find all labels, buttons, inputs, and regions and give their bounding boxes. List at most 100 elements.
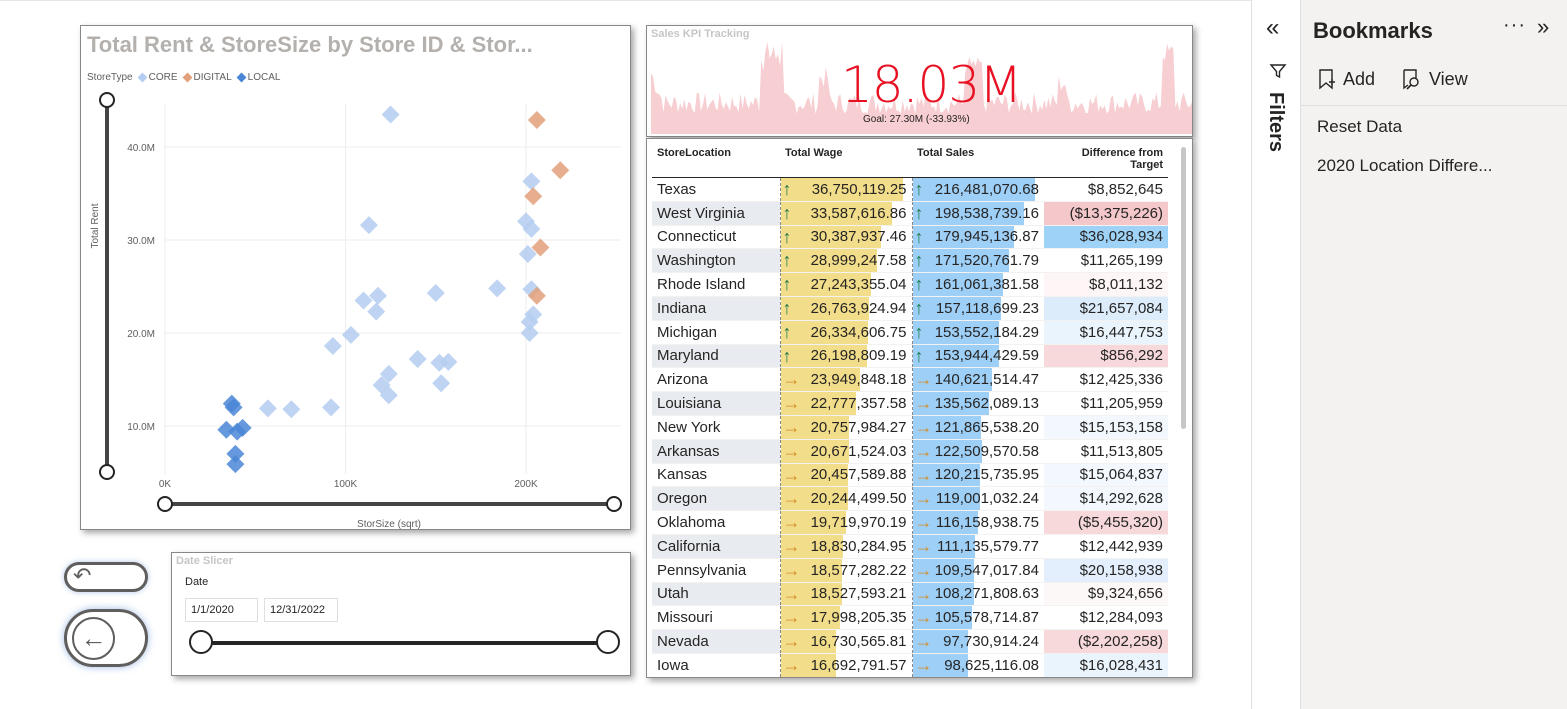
cell-store-location: Rhode Island (652, 272, 780, 297)
scatter-plot-area[interactable]: 10.0M20.0M30.0M40.0M0K 100K 200KTotal Rent… (81, 26, 632, 531)
cell-total-wage: ↑ 26,763,924.94 (779, 295, 912, 321)
kpi-visual[interactable]: Sales KPI Tracking 18.03M Goal: 27.30M (… (646, 25, 1193, 137)
data-point-core[interactable] (323, 337, 342, 356)
data-point-core[interactable] (359, 216, 378, 235)
collapse-pane-icon[interactable]: « (1266, 16, 1279, 40)
cell-difference-from-target: ($2,202,258) (1044, 629, 1168, 654)
sales-value: 111,135,579.77 (936, 537, 1039, 555)
data-point-core[interactable] (522, 172, 541, 191)
add-bookmark-button[interactable]: Add (1317, 68, 1375, 90)
data-point-core[interactable] (432, 374, 451, 393)
data-point-core[interactable] (354, 291, 373, 310)
table-row[interactable]: Kansas → 20,457,589.88 → 120,215,735.95 $15,0… (652, 462, 1168, 487)
wage-value: 27,243,355.04 (810, 276, 907, 294)
header-total-wage[interactable]: Total Wage (780, 143, 912, 178)
table-row[interactable]: Nevada → 16,730,565.81 → 97,730,914.24 ($2,20… (652, 629, 1168, 654)
table-row[interactable]: Iowa → 16,692,791.57 → 98,625,116.08 $16,028,… (652, 652, 1168, 677)
x-zoom-slider-handle-left[interactable] (157, 496, 173, 512)
table-row[interactable]: New York → 20,757,984.27 → 121,865,538.20 $15… (652, 414, 1168, 440)
cell-store-location: Utah (652, 581, 780, 606)
sales-value: 216,481,070.68 (934, 180, 1039, 198)
y-zoom-slider-handle-top[interactable] (99, 92, 115, 108)
data-point-core[interactable] (367, 302, 386, 321)
date-slicer-visual[interactable]: Date Slicer Date 1/1/2020 12/31/2022 (171, 552, 631, 676)
data-point-core[interactable] (368, 286, 387, 305)
cell-difference-from-target: $14,292,628 (1044, 486, 1168, 511)
cell-total-sales: → 120,215,735.95 (911, 462, 1044, 487)
wage-value: 23,949,848.18 (810, 371, 907, 389)
cell-store-location: Washington (652, 248, 780, 273)
cell-store-location: Texas (652, 177, 780, 202)
scatter-chart-visual[interactable]: Total Rent & StoreSize by Store ID & Sto… (80, 25, 631, 530)
funnel-icon (1269, 64, 1287, 79)
close-pane-icon[interactable]: » (1537, 14, 1549, 40)
cell-store-location: Louisiana (652, 391, 780, 416)
table-row[interactable]: Indiana ↑ 26,763,924.94 ↑ 157,118,699.23 $21,… (652, 295, 1168, 321)
cell-difference-from-target: $8,852,645 (1044, 177, 1168, 202)
date-slider-end-handle[interactable] (596, 630, 620, 654)
filters-label[interactable]: Filters (1264, 92, 1287, 152)
date-slider-track[interactable] (201, 641, 608, 645)
filters-pane-collapsed[interactable]: « Filters (1251, 0, 1300, 709)
data-point-core[interactable] (520, 324, 539, 342)
data-point-core[interactable] (426, 284, 445, 303)
data-point-core[interactable] (408, 350, 427, 369)
back-button[interactable]: ← (64, 609, 148, 667)
data-point-digital[interactable] (527, 111, 546, 130)
data-point-core[interactable] (488, 279, 507, 298)
table-row[interactable]: Maryland ↑ 26,198,809.19 ↑ 153,944,429.59 $85… (652, 343, 1168, 368)
data-point-core[interactable] (282, 400, 301, 419)
data-point-local[interactable] (226, 455, 245, 474)
data-point-core[interactable] (381, 105, 400, 124)
header-difference-from-target[interactable]: Difference from Target (1044, 143, 1168, 178)
date-from-input[interactable]: 1/1/2020 (185, 598, 258, 622)
table-row[interactable]: California → 18,830,284.95 → 111,135,579.77 $… (652, 533, 1168, 559)
table-row[interactable]: Washington ↑ 28,999,247.58 ↑ 171,520,761.79 $… (652, 248, 1168, 273)
header-store-location[interactable]: StoreLocation (652, 143, 780, 178)
table-scrollbar[interactable] (1181, 147, 1186, 429)
bookmark-item-reset-data[interactable]: Reset Data (1317, 117, 1402, 137)
cell-total-sales: ↑ 171,520,761.79 (911, 248, 1044, 273)
table-row[interactable]: Arizona → 23,949,848.18 → 140,621,514.47 $12,… (652, 367, 1168, 392)
data-point-digital[interactable] (551, 161, 570, 180)
cell-total-wage: → 18,830,284.95 (779, 533, 912, 559)
date-to-input[interactable]: 12/31/2022 (264, 598, 338, 622)
reset-button[interactable]: ↶ (64, 562, 148, 592)
date-slider-start-handle[interactable] (189, 630, 213, 654)
data-point-core[interactable] (322, 398, 341, 417)
table-row[interactable]: Utah → 18,527,593.21 → 108,271,808.63 $9,324,… (652, 581, 1168, 606)
y-zoom-slider-handle-bottom[interactable] (99, 464, 115, 480)
table-row[interactable]: Missouri → 17,998,205.35 → 105,578,714.87 $12… (652, 605, 1168, 630)
data-point-digital[interactable] (524, 187, 543, 206)
table-row[interactable]: Connecticut ↑ 30,387,937.46 ↑ 179,945,136.87… (652, 224, 1168, 249)
bookmark-item-2020-location[interactable]: 2020 Location Differe... (1317, 156, 1492, 176)
store-table-visual[interactable]: StoreLocation Total Wage Total Sales Dif… (646, 138, 1193, 678)
view-bookmark-button[interactable]: View (1401, 68, 1468, 90)
cell-difference-from-target: ($13,375,226) (1044, 200, 1168, 226)
more-options-icon[interactable]: ··· (1503, 14, 1526, 37)
data-point-core[interactable] (258, 399, 277, 418)
table-row[interactable]: Oregon → 20,244,499.50 → 119,001,032.24 $14,2… (652, 486, 1168, 511)
table-row[interactable]: West Virginia ↑ 33,587,616.86 ↑ 198,538,739.… (652, 200, 1168, 226)
y-tick-label: 30.0M (127, 236, 155, 247)
bookmark-add-icon (1319, 69, 1335, 90)
cell-store-location: Oklahoma (652, 510, 780, 535)
cell-difference-from-target: $12,425,336 (1044, 367, 1168, 392)
cell-total-sales: ↑ 161,061,381.58 (911, 272, 1044, 297)
table-row[interactable]: Pennsylvania → 18,577,282.22 → 109,547,017.8… (652, 557, 1168, 583)
sales-value: 161,061,381.58 (934, 276, 1039, 294)
table-row[interactable]: Oklahoma → 19,719,970.19 → 116,158,938.75 ($5… (652, 510, 1168, 535)
table-row[interactable]: Arkansas → 20,671,524.03 → 122,509,570.58 $11… (652, 438, 1168, 464)
x-zoom-slider-handle-right[interactable] (606, 496, 622, 512)
table-row[interactable]: Louisiana → 22,777,357.58 → 135,562,089.13 $1… (652, 391, 1168, 416)
wage-value: 16,730,565.81 (810, 633, 907, 651)
cell-total-sales: → 108,271,808.63 (911, 581, 1044, 606)
table-row[interactable]: Michigan ↑ 26,334,606.75 ↑ 153,552,184.29 $16… (652, 319, 1168, 345)
table-row[interactable]: Rhode Island ↑ 27,243,355.04 ↑ 161,061,381.5… (652, 272, 1168, 297)
data-point-core[interactable] (341, 325, 360, 344)
view-bookmark-label: View (1429, 68, 1468, 89)
cell-store-location: West Virginia (652, 200, 780, 226)
slicer-title: Date Slicer (176, 555, 233, 567)
table-row[interactable]: Texas ↑ 36,750,119.25 ↑ 216,481,070.68 $8,852… (652, 177, 1168, 202)
header-total-sales[interactable]: Total Sales (912, 143, 1044, 178)
